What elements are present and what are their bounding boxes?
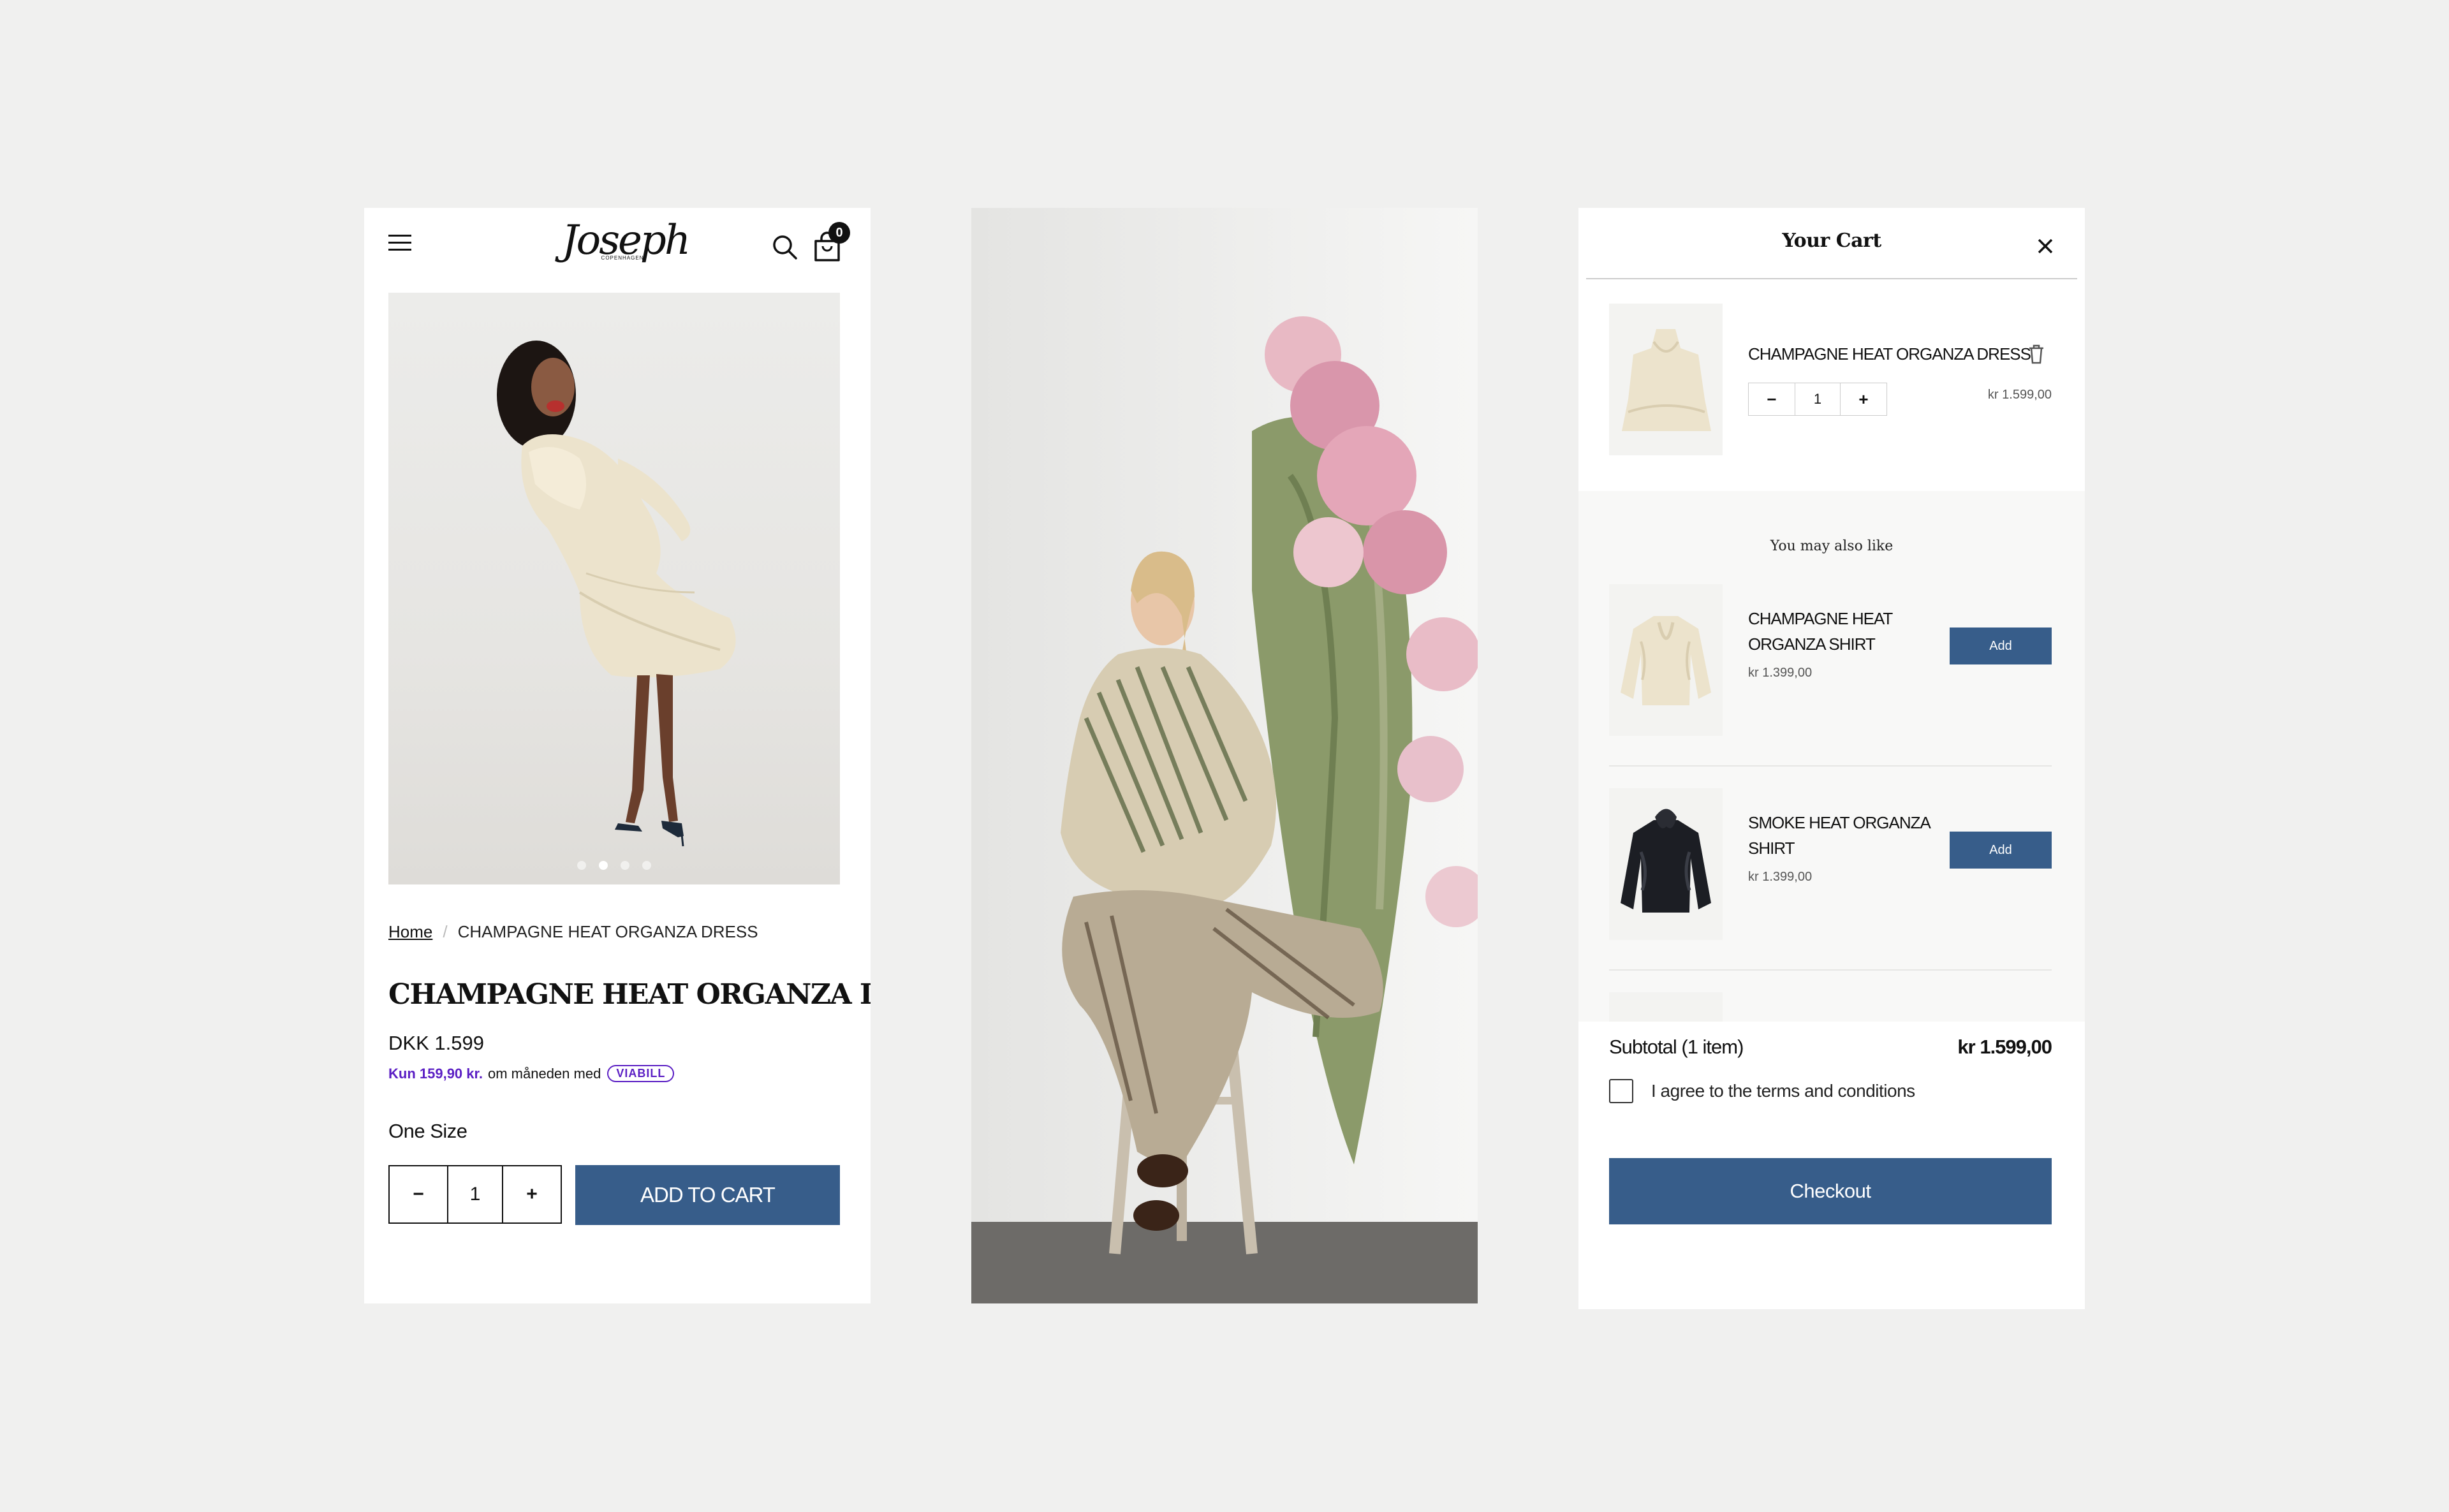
product-price: DKK 1.599: [388, 1032, 484, 1054]
cart-header: Your Cart: [1578, 208, 2085, 279]
recommendation-add-button[interactable]: Add: [1950, 832, 2052, 869]
trash-icon[interactable]: [2027, 343, 2045, 365]
cart-item-thumbnail[interactable]: [1609, 304, 1723, 455]
quantity-stepper: − 1 +: [388, 1165, 562, 1224]
recommendation-divider: [1609, 969, 2052, 971]
gallery-dot[interactable]: [642, 861, 651, 870]
viabill-logo[interactable]: VIABILL: [607, 1065, 675, 1082]
cart-item-price: kr 1.599,00: [1987, 388, 2052, 402]
cart-quantity-value[interactable]: 1: [1795, 383, 1841, 415]
recommendation-item: CHAMPAGNE HEAT ORGANZA SHIRT kr 1.399,00…: [1578, 574, 2085, 778]
gallery-pagination: [388, 861, 840, 873]
size-label: One Size: [388, 1120, 467, 1142]
recommendation-thumbnail[interactable]: [1609, 788, 1723, 940]
header-divider: [1586, 278, 2077, 279]
quantity-increase-button[interactable]: +: [503, 1166, 561, 1222]
lifestyle-photo-model-flowers: [971, 208, 1478, 1303]
cart-quantity-increase-button[interactable]: +: [1841, 383, 1886, 415]
site-header: Joseph COPENHAGEN 0: [364, 208, 871, 283]
product-title: CHAMPAGNE HEAT ORGANZA DRESS: [388, 978, 871, 1011]
breadcrumb-current: CHAMPAGNE HEAT ORGANZA DRESS: [457, 922, 758, 941]
recommendations-title: You may also like: [1770, 538, 1894, 554]
gallery-dot[interactable]: [577, 861, 586, 870]
installment-text: om måneden med: [487, 1065, 601, 1082]
product-thumbnail-shirt-champagne: [1621, 616, 1711, 705]
product-page-panel: Joseph COPENHAGEN 0 Home / CHAMPAGNE HEA…: [364, 208, 871, 1303]
checkout-button[interactable]: Checkout: [1609, 1158, 2052, 1224]
gallery-dot-active[interactable]: [599, 861, 608, 870]
product-image-gallery[interactable]: [388, 293, 840, 884]
cart-item-quantity-stepper: − 1 +: [1748, 383, 1887, 416]
terms-checkbox[interactable]: [1609, 1079, 1633, 1103]
recommendation-name[interactable]: CHAMPAGNE HEAT ORGANZA SHIRT: [1748, 606, 1939, 657]
terms-agreement: I agree to the terms and conditions: [1609, 1079, 1915, 1103]
brand-logo[interactable]: Joseph COPENHAGEN: [562, 218, 691, 275]
quantity-decrease-button[interactable]: −: [390, 1166, 447, 1222]
recommendation-thumbnail[interactable]: [1609, 584, 1723, 736]
subtotal-label: Subtotal (1 item): [1609, 1036, 1744, 1058]
cart-title: Your Cart: [1782, 230, 1881, 252]
menu-icon[interactable]: [388, 235, 411, 254]
cart-quantity-decrease-button[interactable]: −: [1749, 383, 1795, 415]
lifestyle-photo-panel: [971, 208, 1478, 1303]
add-to-cart-button[interactable]: ADD TO CART: [575, 1165, 840, 1225]
search-icon[interactable]: [771, 233, 799, 261]
recommendation-divider: [1609, 765, 2052, 767]
quantity-value[interactable]: 1: [447, 1166, 503, 1222]
subtotal-value: kr 1.599,00: [1957, 1036, 2052, 1058]
installment-offer: Kun 159,90 kr. om måneden med VIABILL: [388, 1065, 675, 1082]
product-photo-model-dress: [497, 341, 736, 847]
breadcrumb: Home / CHAMPAGNE HEAT ORGANZA DRESS: [388, 922, 758, 942]
cart-button[interactable]: 0: [812, 222, 850, 264]
cart-item-name[interactable]: CHAMPAGNE HEAT ORGANZA DRESS: [1748, 344, 2031, 364]
terms-label[interactable]: I agree to the terms and conditions: [1651, 1081, 1915, 1101]
cart-drawer: Your Cart CHAMPAGNE HEAT ORGANZA DRESS −…: [1578, 208, 2085, 1309]
breadcrumb-home-link[interactable]: Home: [388, 922, 432, 941]
recommendation-price: kr 1.399,00: [1748, 666, 1813, 680]
recommendation-thumbnail-partial[interactable]: [1609, 992, 1723, 1022]
product-thumbnail-shirt-smoke: [1621, 809, 1711, 913]
recommendation-name[interactable]: SMOKE HEAT ORGANZA SHIRT: [1748, 810, 1939, 861]
product-thumbnail-dress: [1622, 329, 1711, 431]
gallery-dot[interactable]: [621, 861, 629, 870]
close-icon[interactable]: [2033, 233, 2058, 259]
recommendation-item: SMOKE HEAT ORGANZA SHIRT kr 1.399,00 Add: [1578, 778, 2085, 982]
recommendation-price: kr 1.399,00: [1748, 870, 1813, 884]
recommendation-add-button[interactable]: Add: [1950, 628, 2052, 664]
recommendations-section: You may also like CHAMPAGNE HEAT ORGANZA…: [1578, 491, 2085, 1022]
installment-amount: Kun 159,90 kr.: [388, 1065, 483, 1082]
cart-count-badge: 0: [828, 222, 850, 244]
breadcrumb-separator: /: [443, 922, 448, 941]
